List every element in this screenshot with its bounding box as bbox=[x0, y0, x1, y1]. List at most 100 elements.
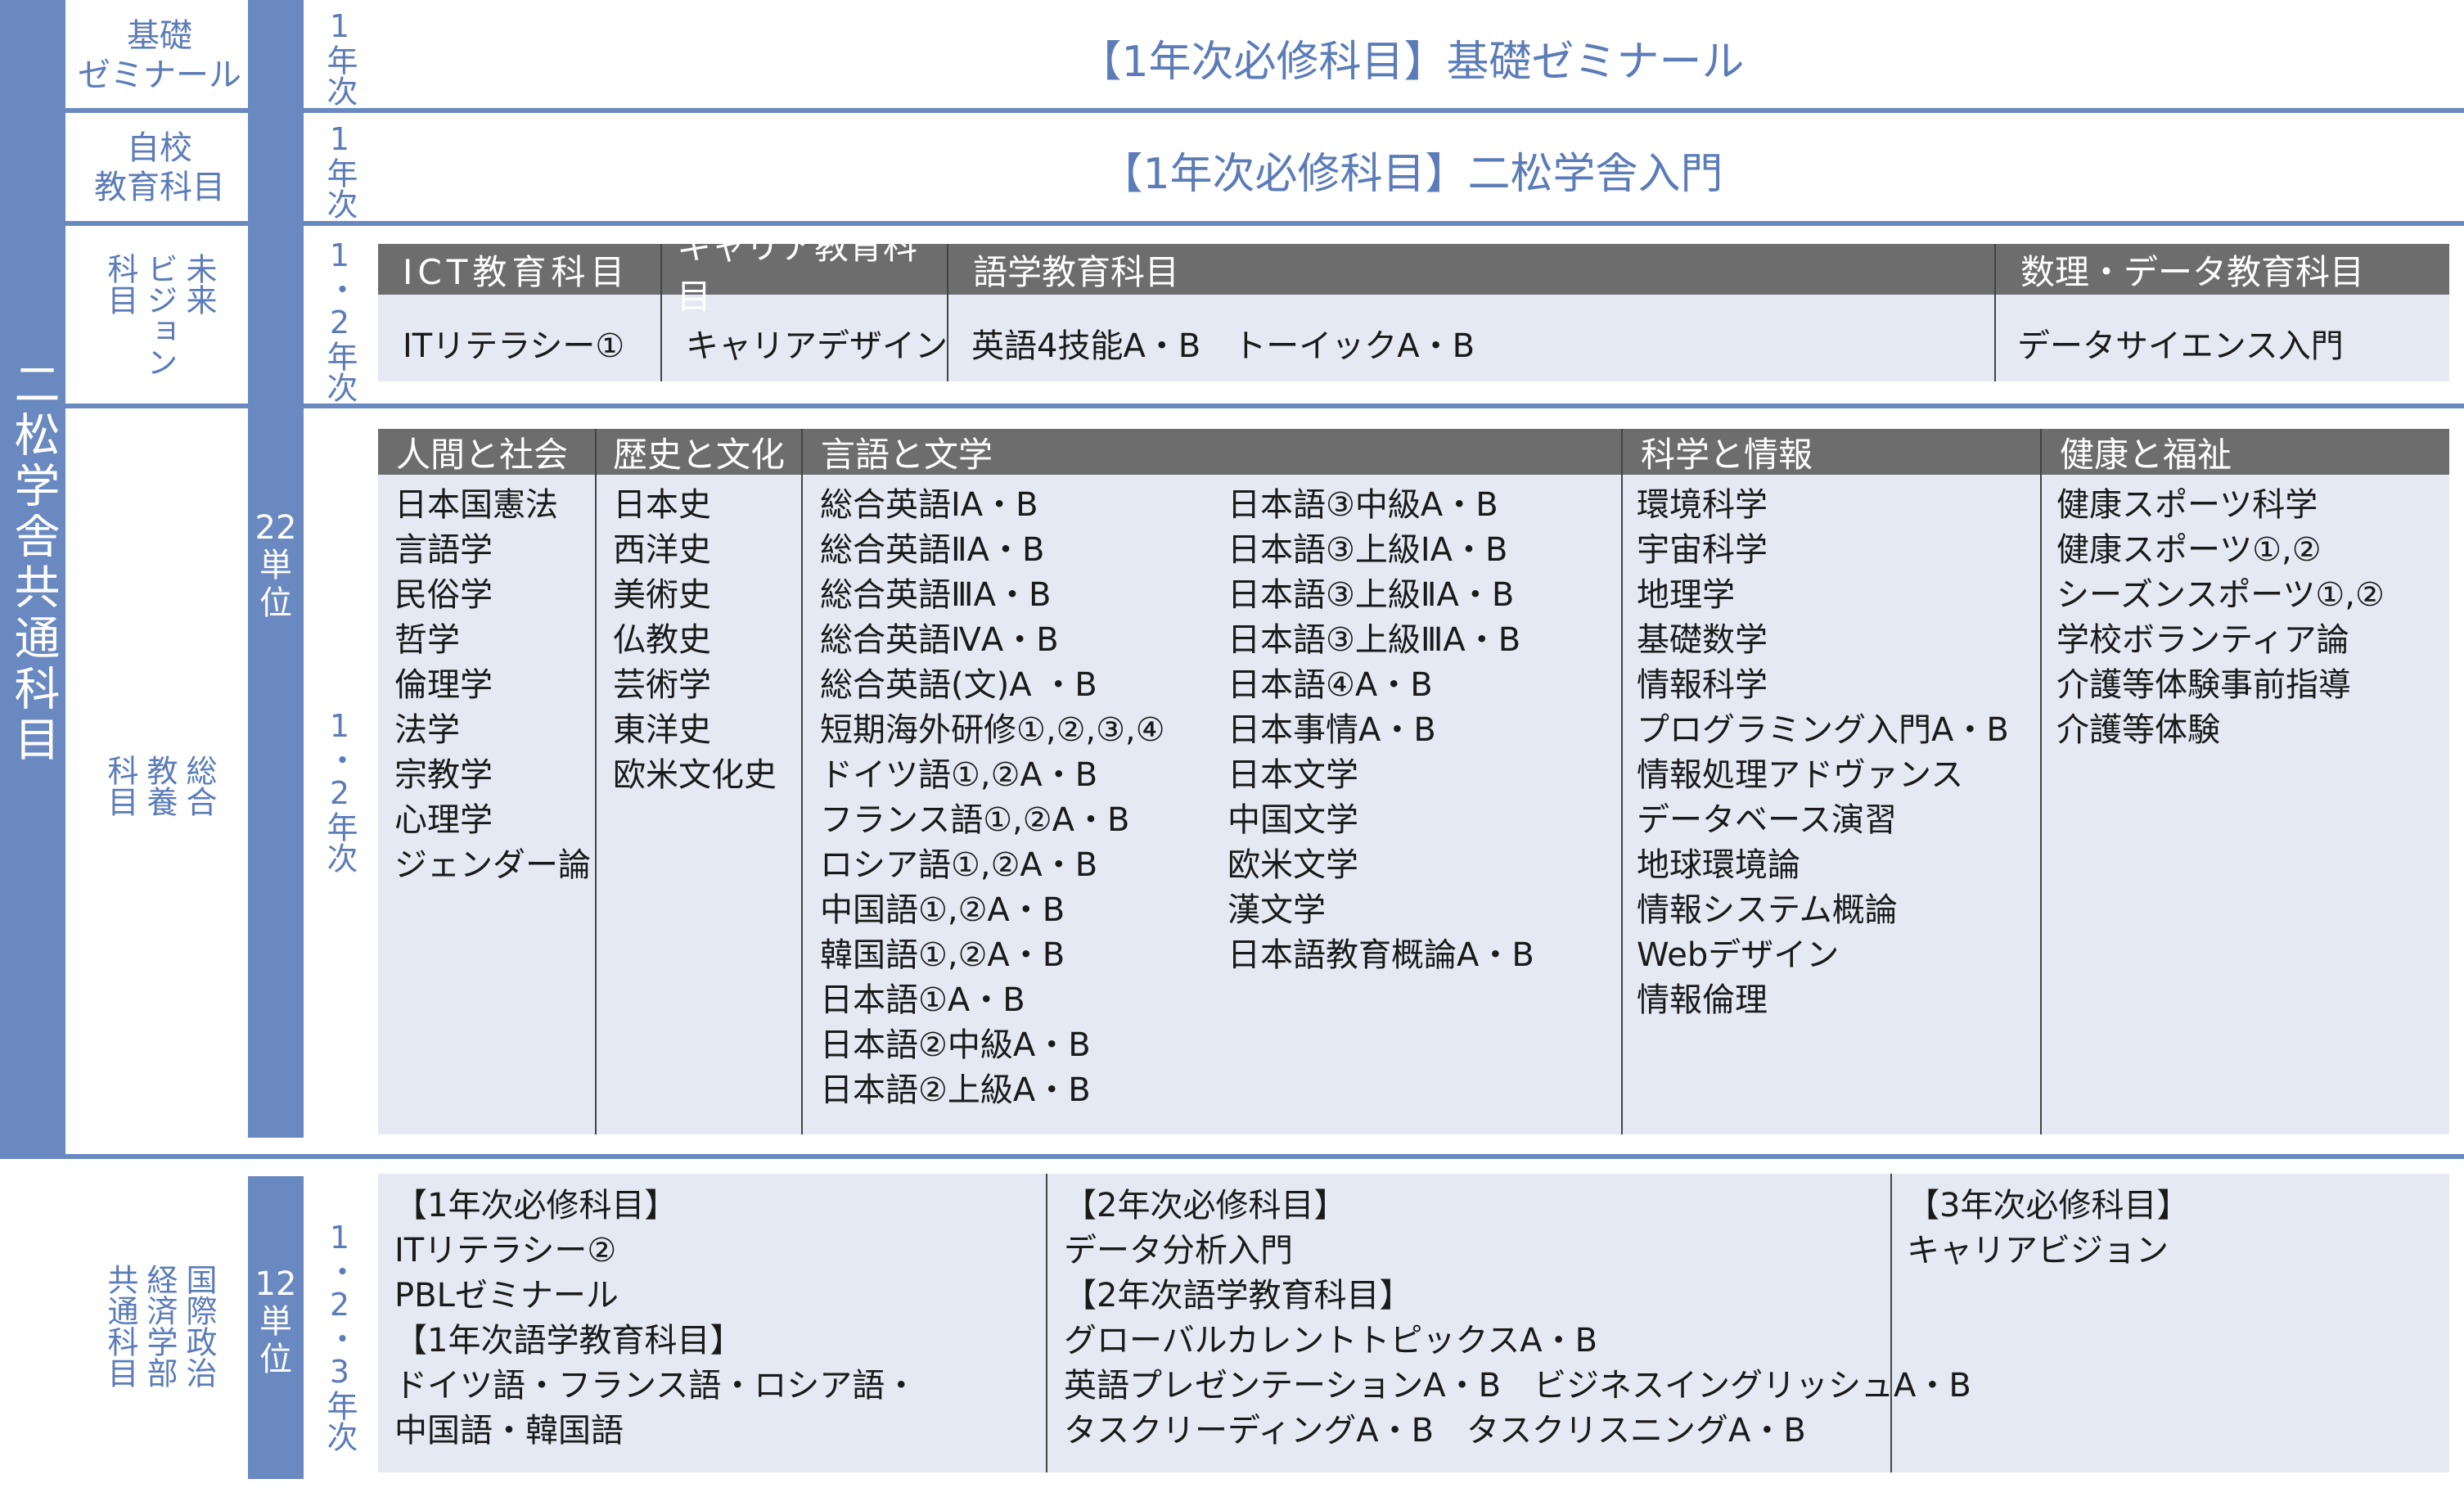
list-item: 総合英語(文)A ・B bbox=[820, 666, 1097, 704]
list-item: 漢文学 bbox=[1227, 891, 1326, 929]
list-item: 宇宙科学 bbox=[1637, 531, 1768, 569]
sougou-list-ningen: 日本国憲法 言語学 民俗学 哲学 倫理学 法学 宗教学 心理学 ジェンダー論 bbox=[394, 483, 591, 888]
list-item: 地理学 bbox=[1637, 576, 1735, 614]
list-item: 日本語③上級ⅠA・B bbox=[1227, 531, 1508, 569]
list-item: フランス語①,②A・B bbox=[820, 801, 1130, 839]
list-item: 【2年次語学教育科目】 bbox=[1064, 1277, 1412, 1314]
list-item: 日本語教育概論A・B bbox=[1227, 936, 1534, 974]
mirai-cell-gogaku: 英語4技能A・B トーイックA・B bbox=[971, 327, 1475, 365]
list-item: 仏教史 bbox=[613, 621, 711, 659]
sougou-header-kenkou: 健康と福祉 bbox=[2042, 429, 2449, 475]
column-divider bbox=[1046, 1174, 1047, 1472]
list-item: 日本語③上級ⅢA・B bbox=[1227, 621, 1521, 659]
kokusai-list-col3: 【3年次必修科目】 キャリアビジョン bbox=[1907, 1184, 2189, 1274]
row-divider bbox=[65, 404, 2464, 408]
list-item: ドイツ語①,②A・B bbox=[820, 756, 1098, 794]
sougou-list-gengo-b: 日本語③中級A・B 日本語③上級ⅠA・B 日本語③上級ⅡA・B 日本語③上級ⅢA・B 日… bbox=[1227, 483, 1534, 978]
year-label-kokusai: 1・2・3年次 bbox=[322, 1220, 358, 1452]
mirai-header-suuri: 数理・データ教育科目 bbox=[1996, 244, 2449, 295]
credits-12-label: 12単位 bbox=[255, 1265, 297, 1378]
main-category-label: 二松学舎共通科目 bbox=[7, 360, 60, 766]
row-divider bbox=[65, 108, 2464, 113]
mirai-cell-suuri: データサイエンス入門 bbox=[2017, 327, 2344, 365]
list-item: 欧米文学 bbox=[1227, 846, 1358, 884]
list-item: 情報処理アドヴァンス bbox=[1637, 756, 1964, 794]
year-label-kiso: 1年次 bbox=[322, 8, 358, 106]
list-item: 【1年次必修科目】 bbox=[394, 1187, 678, 1224]
list-item: グローバルカレントトピックスA・B bbox=[1064, 1322, 1598, 1359]
list-item: 日本語②上級A・B bbox=[820, 1071, 1091, 1109]
column-divider bbox=[1994, 244, 1996, 381]
list-item: 民俗学 bbox=[394, 576, 493, 614]
list-item: 総合英語ⅣA・B bbox=[820, 621, 1059, 659]
list-item: 日本語③中級A・B bbox=[1227, 486, 1498, 524]
list-item: 中国文学 bbox=[1227, 801, 1358, 839]
list-item: 倫理学 bbox=[394, 666, 493, 704]
list-item: 短期海外研修①,②,③,④ bbox=[820, 711, 1165, 749]
list-item: データベース演習 bbox=[1637, 801, 1897, 839]
sougou-list-kagaku: 環境科学宇宙科学地理学基礎数学情報科学プログラミング入門A・B 情報処理アドヴァン… bbox=[1637, 483, 2009, 1023]
list-item: 情報システム概論 bbox=[1637, 891, 1898, 929]
list-item: 環境科学 bbox=[1637, 486, 1768, 524]
row-label-sougou: 総合 教養 科目 bbox=[102, 755, 217, 817]
list-item: 日本文学 bbox=[1227, 756, 1358, 794]
row-label-jikou: 自校 教育科目 bbox=[94, 129, 225, 206]
list-item: 法学 bbox=[394, 711, 460, 749]
list-item: 中国語①,②A・B bbox=[820, 891, 1065, 929]
list-item: 【1年次語学教育科目】 bbox=[394, 1322, 743, 1359]
column-divider bbox=[801, 429, 803, 1134]
list-item: Webデザイン bbox=[1637, 936, 1840, 974]
list-item: 哲学 bbox=[394, 621, 460, 659]
list-item: 日本語③上級ⅡA・B bbox=[1227, 576, 1515, 614]
kokusai-list-col2: 【2年次必修科目】 データ分析入門【2年次語学教育科目】グローバルカレントトピック… bbox=[1064, 1184, 1971, 1454]
column-divider bbox=[595, 429, 597, 1134]
year-label-sougou: 1・2年次 bbox=[322, 708, 358, 873]
column-divider bbox=[1621, 429, 1623, 1134]
row-label-mirai: 未来 ビジョン 科目 bbox=[102, 253, 217, 377]
list-item: 情報科学 bbox=[1637, 666, 1768, 704]
sougou-header-gengo: 言語と文学 bbox=[803, 429, 1621, 475]
list-item: 日本史 bbox=[613, 486, 711, 524]
credits-22-label: 22単位 bbox=[255, 509, 297, 622]
column-divider bbox=[660, 244, 662, 381]
list-item: 【2年次必修科目】 bbox=[1064, 1187, 1347, 1224]
list-item: 【3年次必修科目】 bbox=[1907, 1187, 2190, 1224]
list-item: 言語学 bbox=[394, 531, 493, 569]
row-divider bbox=[0, 1154, 2464, 1159]
sougou-header-rekishi: 歴史と文化 bbox=[597, 429, 801, 475]
mirai-header-career: キャリア教育科目 bbox=[662, 227, 947, 317]
list-item: キャリアビジョン bbox=[1907, 1232, 2169, 1269]
list-item: 介護等体験 bbox=[2056, 711, 2220, 749]
list-item: ITリテラシー② bbox=[394, 1232, 617, 1269]
list-item: 総合英語ⅠA・B bbox=[820, 486, 1038, 524]
row-label-kiso: 基礎 ゼミナール bbox=[78, 16, 241, 94]
list-item: 中国語・韓国語 bbox=[394, 1412, 624, 1450]
row-label-kokusai: 国際政治 経済学部 共通科目 bbox=[102, 1264, 217, 1388]
list-item: 欧米文化史 bbox=[613, 756, 777, 794]
list-item: 地球環境論 bbox=[1637, 846, 1800, 884]
list-item: プログラミング入門A・B bbox=[1637, 711, 2009, 749]
kokusai-list-col1: 【1年次必修科目】 ITリテラシー② PBLゼミナール 【1年次語学教育科目】 ドイツ語… bbox=[394, 1184, 917, 1454]
year-label-mirai: 1・2年次 bbox=[322, 237, 358, 403]
list-item: 英語プレゼンテーションA・B ビジネスイングリッシュA・B bbox=[1064, 1367, 1971, 1405]
list-item: データ分析入門 bbox=[1064, 1232, 1293, 1269]
sougou-list-rekishi: 日本史 西洋史 美術史 仏教史 芸術学 東洋史 欧米文化史 bbox=[613, 483, 777, 798]
list-item: 基礎数学 bbox=[1637, 621, 1768, 659]
sougou-header-kagaku: 科学と情報 bbox=[1623, 429, 2040, 475]
list-item: 情報倫理 bbox=[1637, 981, 1768, 1019]
list-item: 日本国憲法 bbox=[394, 486, 558, 524]
list-item: 芸術学 bbox=[613, 666, 711, 704]
list-item: 韓国語①,②A・B bbox=[820, 936, 1065, 974]
kiso-title: 【1年次必修科目】基礎ゼミナール bbox=[1079, 37, 1745, 87]
jikou-title: 【1年次必修科目】二松学舎入門 bbox=[1100, 149, 1723, 199]
sougou-list-kenkou: 健康スポーツ科学 健康スポーツ①,② シーズンスポーツ①,② 学校ボランティア論 介護等… bbox=[2056, 483, 2385, 753]
list-item: 心理学 bbox=[394, 801, 493, 839]
sougou-list-gengo-a: 総合英語ⅠA・B 総合英語ⅡA・B 総合英語ⅢA・B 総合英語ⅣA・B 総合英語(文)A… bbox=[820, 483, 1165, 1113]
list-item: シーズンスポーツ①,② bbox=[2056, 576, 2385, 614]
sougou-header-ningen: 人間と社会 bbox=[378, 429, 595, 475]
list-item: 宗教学 bbox=[394, 756, 493, 794]
year-label-jikou: 1年次 bbox=[322, 121, 358, 219]
list-item: 東洋史 bbox=[613, 711, 711, 749]
list-item: 総合英語ⅢA・B bbox=[820, 576, 1052, 614]
list-item: 西洋史 bbox=[613, 531, 711, 569]
